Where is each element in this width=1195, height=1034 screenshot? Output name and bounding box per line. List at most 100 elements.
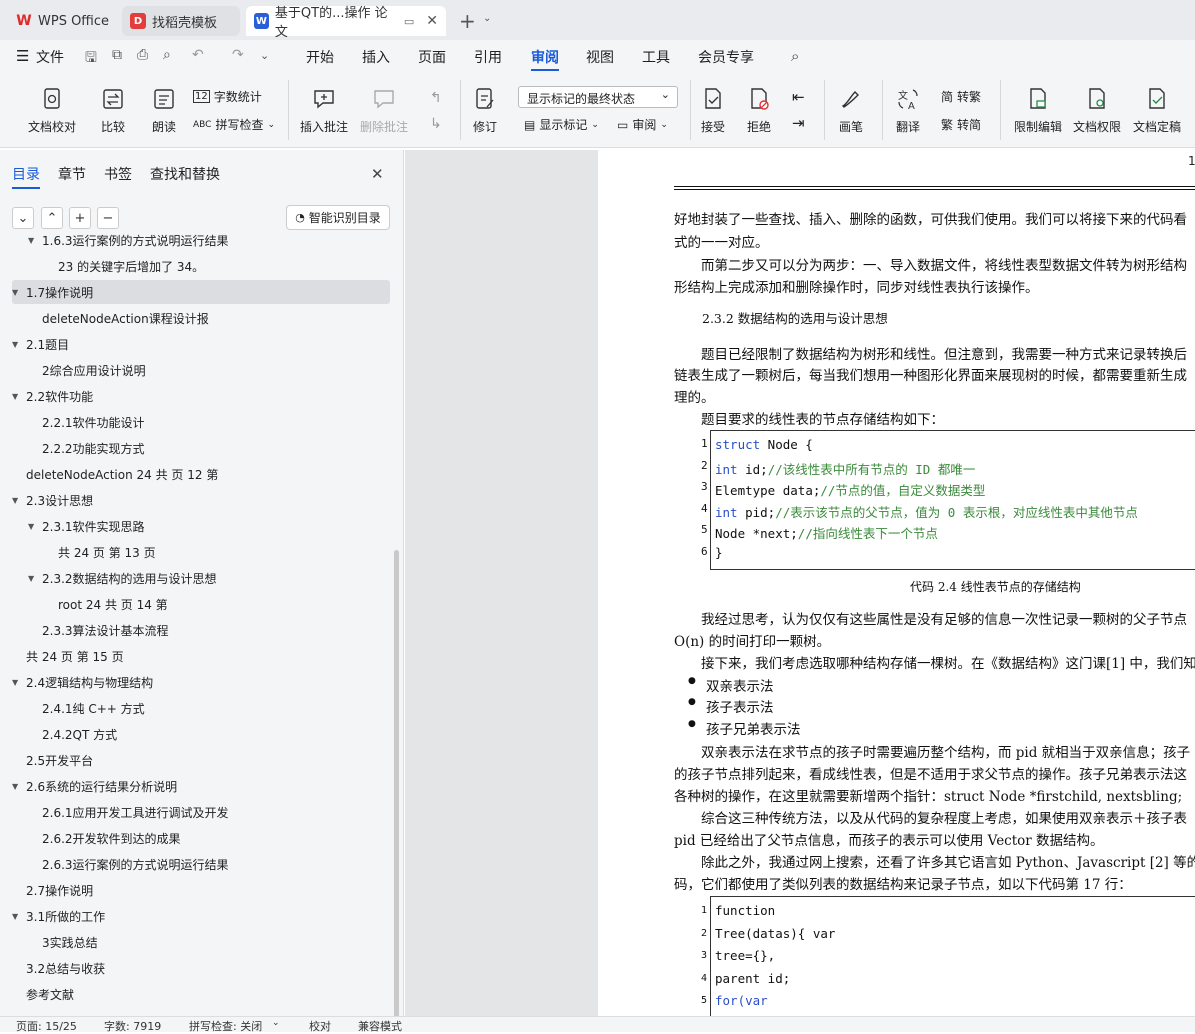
undo-icon[interactable]: ↶ [192,47,204,63]
menu-item-tools[interactable]: 工具 [642,47,670,67]
show-markup-button[interactable]: ▤ 显示标记 ⌄ [524,116,599,133]
toc-item[interactable]: 2.6.3运行案例的方式说明运行结果 [12,852,390,876]
save-icon[interactable]: 🖫 [85,47,97,71]
smart-toc-button[interactable]: ◔ 智能识别目录 [286,205,390,230]
toc-item[interactable]: 共 24 页 第 13 页 [12,540,390,564]
document-page[interactable]: 1 好地封装了一些查找、插入、删除的函数，可供我们使用。我们可以将接下来的代码看… [598,150,1195,1016]
revise-button[interactable]: 修订 [472,86,498,135]
toc-item[interactable]: ▼ 2.3.2数据结构的选用与设计思想 [12,566,390,590]
toc-item[interactable]: ▼ 2.4逻辑结构与物理结构 [12,670,390,694]
toc-item[interactable]: ▼ 1.7操作说明 [12,280,390,304]
to-traditional-button[interactable]: 简 转繁 [941,88,981,105]
collapse-down-button[interactable]: ⌄ [12,207,34,229]
translate-button[interactable]: 文A 翻译 [895,86,921,135]
menu-item-page[interactable]: 页面 [418,47,446,67]
menu-item-insert[interactable]: 插入 [362,47,390,67]
expand-triangle-icon[interactable]: ▼ [12,288,26,297]
expand-triangle-icon[interactable]: ▼ [28,236,42,245]
toc-item[interactable]: 2.3.3算法设计基本流程 [12,618,390,642]
review-pane-button[interactable]: ▭ 审阅 ⌄ [617,116,668,133]
reject-button[interactable]: 拒绝 [746,86,772,135]
menu-item-member[interactable]: 会员专享 [698,47,754,67]
restrict-edit-button[interactable]: 限制编辑 [1014,86,1062,135]
menu-item-review[interactable]: 审阅 [531,47,559,71]
delete-comment-button[interactable]: 删除批注 [360,86,408,135]
word-count-button[interactable]: 12 字数统计 [193,88,262,105]
toc-item[interactable]: ▼ 2.6系统的运行结果分析说明 [12,774,390,798]
nav-tab-toc[interactable]: 目录 [12,164,40,189]
prev-comment-icon[interactable]: ↰ [430,90,442,106]
toc-item[interactable]: 参考文献 [12,982,390,1006]
expand-triangle-icon[interactable]: ▼ [28,574,42,583]
doc-permission-button[interactable]: 文档权限 [1073,86,1121,135]
toc-item[interactable]: 2.4.1纯 C++ 方式 [12,696,390,720]
menu-item-reference[interactable]: 引用 [474,47,502,67]
compare-button[interactable]: 比较 [100,86,126,135]
file-menu[interactable]: 文件 [36,47,64,67]
chevron-down-icon[interactable]: ⌄ [483,13,491,24]
quick-access-more-icon[interactable]: ⌄ [260,49,269,62]
doc-check-button[interactable]: 文档校对 [28,86,76,135]
nav-tab-sections[interactable]: 章节 [58,164,86,189]
tab-docer[interactable]: D 找稻壳模板 [122,6,240,36]
tab-document[interactable]: W 基于QT的...操作 论文 ▭ ✕ [246,6,446,40]
nav-tab-find-replace[interactable]: 查找和替换 [150,164,220,189]
expand-triangle-icon[interactable]: ▼ [12,782,26,791]
toc-item[interactable]: deleteNodeAction课程设计报 [12,306,390,330]
toc-item[interactable]: ▼ 3.1所做的工作 [12,904,390,928]
toc-item[interactable]: 2.2.2功能实现方式 [12,436,390,460]
print-icon[interactable]: ⎙ [137,47,148,63]
spell-check-button[interactable]: ABC 拼写检查 ⌄ [193,116,275,133]
toc-item[interactable]: 2.2.1软件功能设计 [12,410,390,434]
new-tab-icon[interactable]: + [459,9,476,33]
menu-item-view[interactable]: 视图 [586,47,614,67]
to-simplified-button[interactable]: 繁 转简 [941,116,981,133]
tab-wps-office[interactable]: W WPS Office [8,6,118,36]
toc-item[interactable]: ▼ 2.3.1软件实现思路 [12,514,390,538]
collapse-up-button[interactable]: ⌃ [41,207,63,229]
nav-tab-bookmarks[interactable]: 书签 [104,164,132,189]
redo-icon[interactable]: ↷ [232,47,244,63]
expand-triangle-icon[interactable]: ▼ [12,496,26,505]
markup-state-select[interactable]: 显示标记的最终状态 ⌄ [518,86,678,108]
toc-item[interactable]: root 24 共 页 14 第 [12,592,390,616]
toc-item[interactable]: 2.7操作说明 [12,878,390,902]
print-preview-icon[interactable]: ⌕ [163,47,171,63]
toc-item[interactable]: ▼ 1.6.3运行案例的方式说明运行结果 [12,228,390,252]
add-heading-button[interactable]: + [69,207,91,229]
toc-item[interactable]: 2综合应用设计说明 [12,358,390,382]
share-icon[interactable]: ⧉ [112,47,122,63]
close-icon[interactable]: ✕ [426,13,438,29]
toc-item[interactable]: 23 的关键字后增加了 34。 [12,254,390,278]
hamburger-icon[interactable]: ☰ [16,47,29,65]
doc-finalize-button[interactable]: 文档定稿 [1133,86,1181,135]
expand-triangle-icon[interactable]: ▼ [12,912,26,921]
toc-item[interactable]: 3实践总结 [12,930,390,954]
next-revision-icon[interactable]: ⇥ [792,114,805,132]
expand-triangle-icon[interactable]: ▼ [12,678,26,687]
prev-revision-icon[interactable]: ⇤ [792,88,805,106]
toc-item[interactable]: 2.6.1应用开发工具进行调试及开发 [12,800,390,824]
menu-item-start[interactable]: 开始 [306,47,334,67]
pen-button[interactable]: 画笔 [838,86,864,135]
toc-item[interactable]: 共 24 页 第 15 页 [12,644,390,668]
window-icon[interactable]: ▭ [404,15,414,28]
search-icon[interactable]: ⌕ [791,47,799,65]
toc-item[interactable]: ▼ 2.1题目 [12,332,390,356]
toc-item[interactable]: 3.2总结与收获 [12,956,390,980]
accept-button[interactable]: 接受 [700,86,726,135]
insert-comment-button[interactable]: 插入批注 [300,86,348,135]
toc-item[interactable]: ▼ 2.3设计思想 [12,488,390,512]
expand-triangle-icon[interactable]: ▼ [12,340,26,349]
remove-heading-button[interactable]: − [97,207,119,229]
next-comment-icon[interactable]: ↳ [430,116,442,132]
expand-triangle-icon[interactable]: ▼ [12,392,26,401]
toc-item[interactable]: deleteNodeAction 24 共 页 12 第 [12,462,390,486]
expand-triangle-icon[interactable]: ▼ [28,522,42,531]
close-icon[interactable]: ✕ [371,165,384,183]
toc-item[interactable]: ▼ 2.2软件功能 [12,384,390,408]
chevron-down-icon[interactable]: ⌄ [272,1018,280,1028]
nav-scrollbar[interactable] [394,550,399,1018]
toc-item[interactable]: 2.4.2QT 方式 [12,722,390,746]
toc-item[interactable]: 2.6.2开发软件到达的成果 [12,826,390,850]
